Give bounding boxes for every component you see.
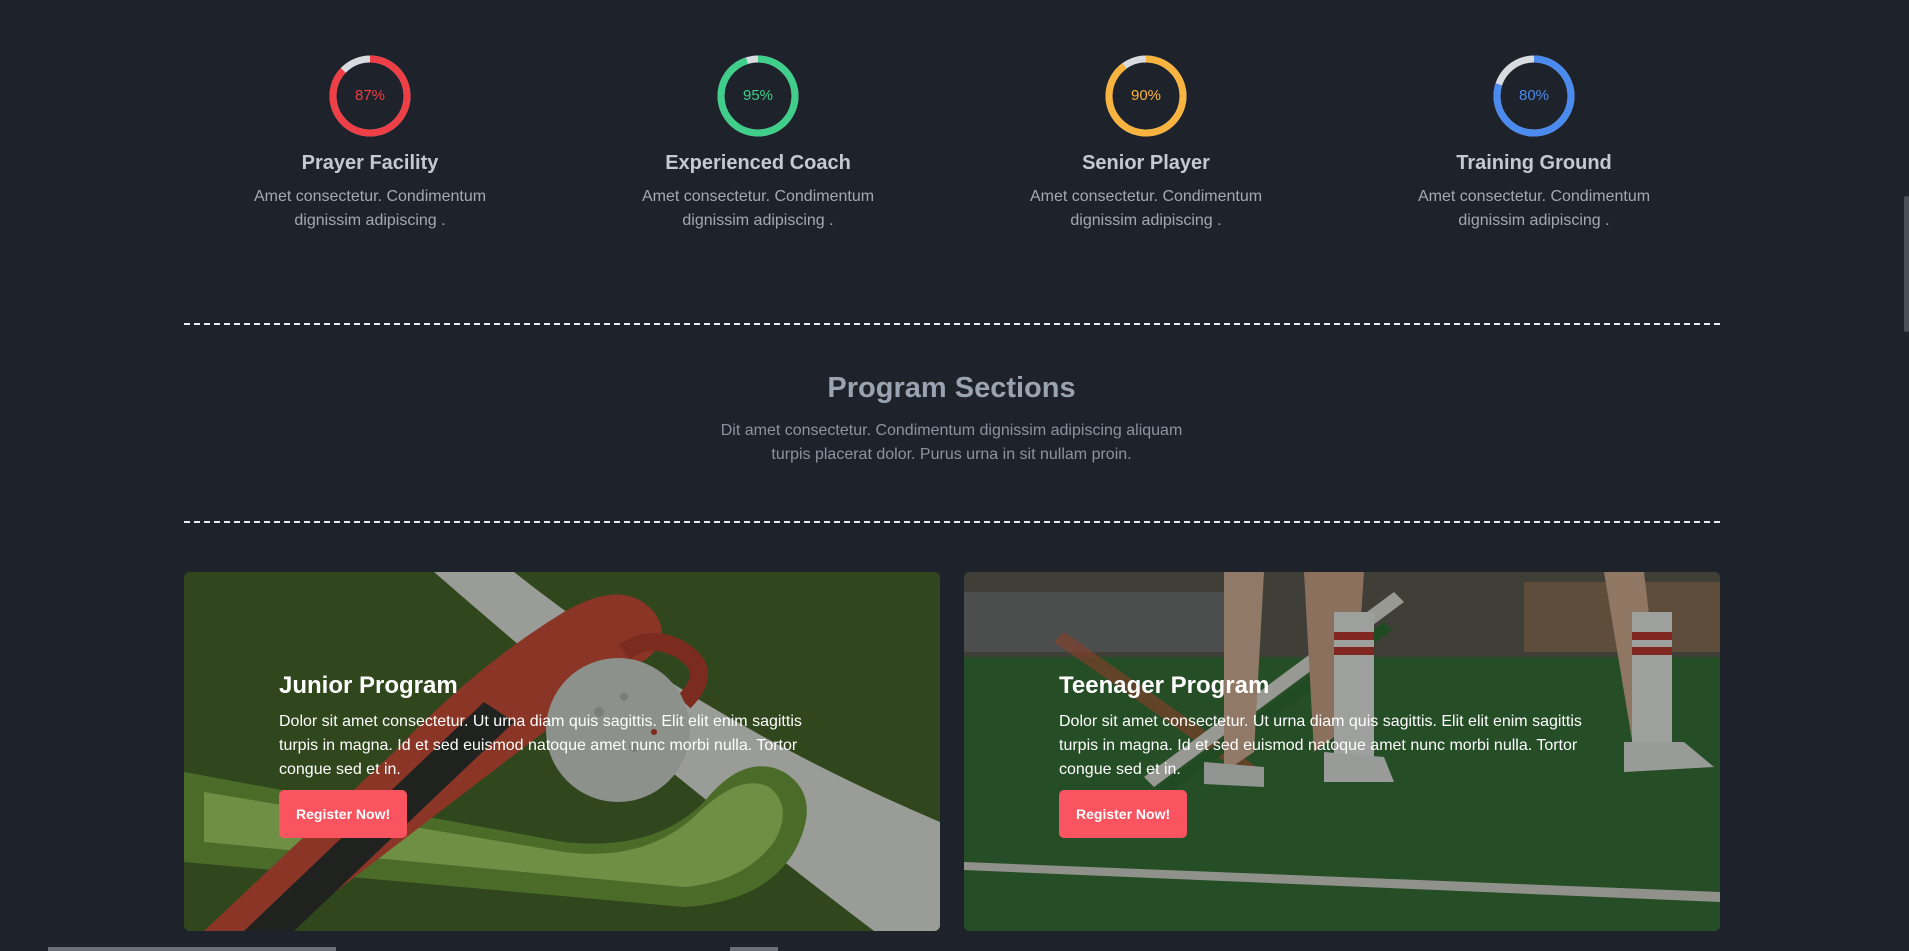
stat-prayer-facility: 87% Prayer Facility Amet consectetur. Co…: [240, 54, 500, 233]
section-title: Program Sections: [827, 372, 1076, 404]
stat-value: 95%: [742, 87, 774, 104]
register-now-button[interactable]: Register Now!: [279, 790, 408, 838]
card-title: Teenager Program: [1059, 672, 1270, 699]
progress-ring: 90%: [1104, 54, 1188, 138]
stat-description: Amet consectetur. Condimentum dignissim …: [1029, 188, 1263, 229]
bottom-edge-bar: [48, 947, 336, 951]
stat-value: 90%: [1130, 87, 1162, 104]
stats-row: 87% Prayer Facility Amet consectetur. Co…: [0, 54, 1909, 254]
progress-ring: 95%: [716, 54, 800, 138]
stat-senior-player: 90% Senior Player Amet consectetur. Cond…: [1016, 54, 1276, 233]
stat-title: Senior Player: [1082, 152, 1210, 174]
program-card-teenager: Teenager Program Dolor sit amet consecte…: [964, 572, 1720, 931]
stat-description: Amet consectetur. Condimentum dignissim …: [641, 188, 875, 229]
card-title: Junior Program: [279, 672, 458, 699]
page: 87% Prayer Facility Amet consectetur. Co…: [0, 0, 1909, 951]
section-divider-top: [184, 323, 1720, 325]
progress-ring: 80%: [1492, 54, 1576, 138]
stat-value: 80%: [1518, 87, 1550, 104]
stat-value: 87%: [354, 87, 386, 104]
section-divider-bottom: [184, 521, 1720, 523]
section-description: Dit amet consectetur. Condimentum dignis…: [720, 422, 1183, 463]
scrollbar-thumb[interactable]: [1904, 196, 1909, 332]
program-sections-header: Program Sections Dit amet consectetur. C…: [0, 372, 1903, 467]
program-card-junior: Junior Program Dolor sit amet consectetu…: [184, 572, 940, 931]
bottom-edge-bar: [730, 947, 778, 951]
card-content: Junior Program Dolor sit amet consectetu…: [279, 672, 839, 838]
stat-title: Training Ground: [1456, 152, 1612, 174]
progress-ring: 87%: [328, 54, 412, 138]
card-description: Dolor sit amet consectetur. Ut urna diam…: [1059, 713, 1582, 778]
register-now-button[interactable]: Register Now!: [1059, 790, 1188, 838]
stat-training-ground: 80% Training Ground Amet consectetur. Co…: [1404, 54, 1664, 233]
stat-title: Prayer Facility: [301, 152, 439, 174]
card-description: Dolor sit amet consectetur. Ut urna diam…: [279, 713, 802, 778]
stat-description: Amet consectetur. Condimentum dignissim …: [253, 188, 487, 229]
stat-description: Amet consectetur. Condimentum dignissim …: [1417, 188, 1651, 229]
stat-title: Experienced Coach: [665, 152, 851, 174]
stat-experienced-coach: 95% Experienced Coach Amet consectetur. …: [628, 54, 888, 233]
card-content: Teenager Program Dolor sit amet consecte…: [1059, 672, 1619, 838]
